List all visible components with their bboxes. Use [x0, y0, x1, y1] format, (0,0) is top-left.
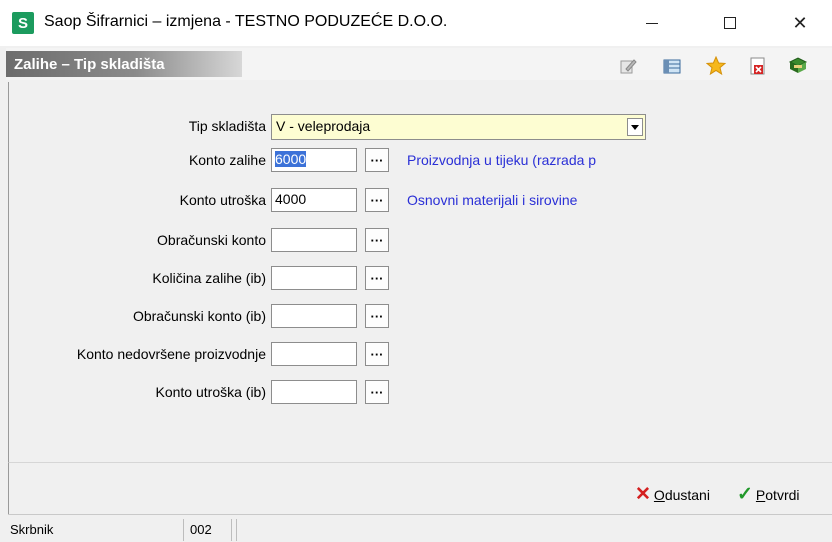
tip-skladista-label: Tip skladišta [188, 118, 266, 134]
footer-bar: ✕ Odustani ✓ Potvrdi [8, 462, 832, 514]
tip-skladista-select[interactable]: V - veleprodaja [271, 114, 646, 140]
status-bar: Skrbnik 002 [8, 514, 832, 542]
panel-title: Zalihe – Tip skladišta [6, 51, 242, 77]
konto-nedovrsene-input[interactable] [271, 342, 357, 366]
konto-nedovrsene-label: Konto nedovršene proizvodnje [76, 346, 266, 362]
panel-header: Zalihe – Tip skladišta [6, 48, 832, 80]
close-icon: ✕ [792, 12, 808, 33]
konto-zalihe-lookup-button[interactable]: ··· [365, 148, 389, 172]
konto-utroska-label: Konto utroška [179, 192, 266, 208]
obracunski-konto-ib-label: Obračunski konto (ib) [132, 308, 266, 324]
status-message [236, 519, 832, 541]
konto-utroska-value: 4000 [275, 191, 307, 207]
window-title: Saop Šifrarnici – izmjena - TESTNO PODUZ… [44, 13, 448, 30]
cancel-label: Odustani [653, 486, 710, 503]
obracunski-konto-ib-lookup-button[interactable]: ··· [365, 304, 389, 328]
confirm-label: Potvrdi [755, 486, 800, 503]
obracunski-konto-label: Obračunski konto [157, 232, 266, 248]
konto-utroska-ib-input[interactable] [271, 380, 357, 404]
konto-zalihe-description: Proizvodnja u tijeku (razrada p [407, 152, 597, 168]
minimize-icon [646, 22, 658, 24]
obracunski-konto-lookup-button[interactable]: ··· [365, 228, 389, 252]
tip-skladista-value: V - veleprodaja [276, 118, 371, 134]
konto-utroska-ib-label: Konto utroška (ib) [155, 384, 267, 400]
cancel-x-icon: ✕ [635, 484, 651, 505]
cancel-button[interactable]: ✕ Odustani [635, 483, 710, 506]
form-area: Tip skladišta V - veleprodaja Konto zali… [8, 82, 832, 462]
check-icon: ✓ [737, 484, 753, 505]
kolicina-zalihe-ib-lookup-button[interactable]: ··· [365, 266, 389, 290]
konto-zalihe-input[interactable]: 6000 [271, 148, 357, 172]
obracunski-konto-ib-input[interactable] [271, 304, 357, 328]
grid-icon[interactable] [662, 56, 682, 76]
maximize-button[interactable] [710, 8, 750, 38]
konto-utroska-input[interactable]: 4000 [271, 188, 357, 212]
kolicina-zalihe-ib-label: Količina zalihe (ib) [152, 270, 266, 286]
window-titlebar: S Saop Šifrarnici – izmjena - TESTNO POD… [0, 0, 832, 46]
kolicina-zalihe-ib-input[interactable] [271, 266, 357, 290]
edit-icon[interactable] [618, 56, 638, 76]
book-icon[interactable] [788, 56, 808, 76]
app-icon: S [12, 12, 34, 34]
maximize-icon [724, 17, 736, 29]
status-user: Skrbnik [8, 519, 184, 541]
obracunski-konto-input[interactable] [271, 228, 357, 252]
konto-zalihe-label: Konto zalihe [188, 152, 266, 168]
close-button[interactable]: ✕ [780, 8, 820, 38]
star-icon[interactable] [706, 56, 726, 76]
konto-utroska-lookup-button[interactable]: ··· [365, 188, 389, 212]
delete-document-icon[interactable] [748, 56, 768, 76]
konto-utroska-description: Osnovni materijali i sirovine [407, 192, 578, 208]
minimize-button[interactable] [632, 8, 672, 38]
status-code: 002 [188, 519, 232, 541]
confirm-button[interactable]: ✓ Potvrdi [737, 483, 800, 506]
konto-zalihe-value: 6000 [275, 151, 307, 167]
konto-utroska-ib-lookup-button[interactable]: ··· [365, 380, 389, 404]
konto-nedovrsene-lookup-button[interactable]: ··· [365, 342, 389, 366]
chevron-down-icon[interactable] [627, 118, 643, 136]
